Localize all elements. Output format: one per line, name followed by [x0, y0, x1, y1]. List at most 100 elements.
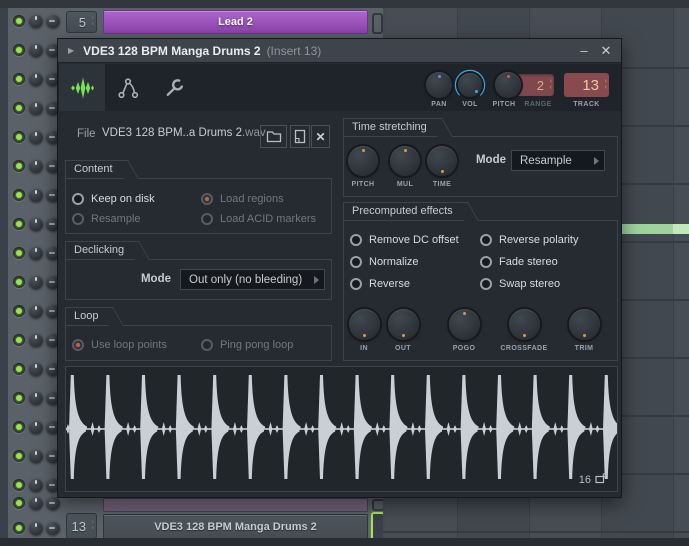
radio-button[interactable]	[72, 213, 84, 225]
radio-button[interactable]	[201, 339, 213, 351]
channel-pan-knob[interactable]	[29, 333, 43, 347]
close-button[interactable]: ✕	[597, 41, 615, 60]
radio-button[interactable]	[480, 234, 492, 246]
channel-enable-led[interactable]	[13, 102, 25, 114]
radio-button[interactable]	[480, 278, 492, 290]
channel-volume-knob[interactable]	[46, 496, 60, 510]
channel-pan-knob[interactable]	[29, 188, 43, 202]
channel-pan-knob[interactable]	[29, 420, 43, 434]
channel-pan-knob[interactable]	[29, 275, 43, 289]
content-option[interactable]: Keep on disk	[72, 193, 201, 205]
crossfade-knob[interactable]	[508, 308, 540, 340]
channel-pan-knob[interactable]	[29, 391, 43, 405]
stretch-mode-dropdown[interactable]: Resample	[511, 150, 605, 171]
channel-enable-led[interactable]	[13, 15, 25, 27]
time-knob[interactable]	[427, 146, 457, 176]
clear-sample-button[interactable]: ✕	[311, 125, 330, 148]
radio-button[interactable]	[201, 213, 213, 225]
precomputed-effect-option[interactable]: Fade stereo	[480, 256, 608, 268]
waveform-display[interactable]: 16	[65, 366, 635, 492]
content-option[interactable]: Load regions	[201, 193, 326, 205]
loop-option[interactable]: Ping pong loop	[201, 339, 326, 351]
out-knob[interactable]	[387, 308, 419, 340]
close-x-icon: ✕	[315, 129, 326, 144]
tab-sample-properties[interactable]	[59, 64, 105, 111]
channel-pan-knob[interactable]	[29, 43, 43, 57]
channel-enable-led[interactable]	[13, 421, 25, 433]
channel-enable-led[interactable]	[13, 305, 25, 317]
track-value-box[interactable]: 13	[564, 73, 609, 97]
channel-pan-knob[interactable]	[29, 159, 43, 173]
precomputed-effect-option[interactable]: Reverse polarity	[480, 234, 608, 246]
radio-button[interactable]	[350, 256, 362, 268]
channel-pan-knob[interactable]	[29, 496, 43, 510]
channel-enable-led[interactable]	[13, 189, 25, 201]
channel-button-partial[interactable]	[103, 498, 368, 512]
radio-button[interactable]	[350, 234, 362, 246]
radio-button[interactable]	[72, 193, 84, 205]
minimize-button[interactable]: –	[575, 41, 593, 60]
channel-enable-led[interactable]	[13, 160, 25, 172]
pitch-label: PITCH	[492, 101, 516, 108]
channel-volume-knob[interactable]	[46, 14, 60, 28]
channel-5-number-box[interactable]: 5	[66, 11, 97, 33]
channel-13-number-box[interactable]: 13	[66, 513, 97, 539]
tab-envelope[interactable]	[105, 64, 151, 111]
channel-volume-knob[interactable]	[46, 521, 60, 535]
channel-enable-led[interactable]	[13, 497, 25, 509]
radio-button[interactable]	[201, 193, 213, 205]
channel-pan-knob[interactable]	[29, 130, 43, 144]
channel-enable-led[interactable]	[13, 479, 25, 491]
content-option[interactable]: Resample	[72, 213, 201, 225]
open-file-button[interactable]	[260, 125, 287, 148]
pan-knob[interactable]	[426, 72, 452, 98]
channel-enable-led[interactable]	[13, 334, 25, 346]
waveform-burst-icon	[71, 77, 94, 98]
precomputed-effect-option[interactable]: Reverse	[350, 278, 480, 290]
radio-button[interactable]	[350, 278, 362, 290]
mul-knob[interactable]	[390, 146, 420, 176]
pitch-knob[interactable]	[495, 72, 521, 98]
declicking-mode-dropdown[interactable]: Out only (no bleeding)	[180, 269, 325, 290]
radio-button[interactable]	[72, 339, 84, 351]
precomputed-effect-option[interactable]: Swap stereo	[480, 278, 608, 290]
channel-button-vde3-drums[interactable]: VDE3 128 BPM Manga Drums 2	[103, 514, 368, 539]
precomputed-effect-option[interactable]: Remove DC offset	[350, 234, 480, 246]
channel-enable-led[interactable]	[13, 44, 25, 56]
channel-pan-knob[interactable]	[29, 449, 43, 463]
channel-pan-knob[interactable]	[29, 521, 43, 535]
channel-enable-led[interactable]	[13, 131, 25, 143]
pogo-knob[interactable]	[448, 308, 480, 340]
channel-button-lead2[interactable]: Lead 2	[103, 10, 368, 34]
channel-pan-knob[interactable]	[29, 304, 43, 318]
playlist-clip-green-light[interactable]	[673, 224, 689, 234]
volume-knob[interactable]	[458, 73, 482, 97]
channel-enable-led[interactable]	[13, 218, 25, 230]
window-menu-arrow-icon[interactable]: ▶	[68, 46, 74, 55]
channel-pan-knob[interactable]	[29, 246, 43, 260]
channel-pan-knob[interactable]	[29, 101, 43, 115]
pitch-knob[interactable]	[348, 146, 378, 176]
channel-pan-knob[interactable]	[29, 362, 43, 376]
edit-in-editor-button[interactable]	[290, 125, 310, 148]
content-option[interactable]: Load ACID markers	[201, 213, 326, 225]
channel-enable-led[interactable]	[13, 392, 25, 404]
trim-knob[interactable]	[568, 308, 600, 340]
channel-enable-led[interactable]	[13, 450, 25, 462]
channel-enable-led[interactable]	[13, 522, 25, 534]
channel-lead2-target-selector[interactable]	[372, 13, 383, 34]
in-knob[interactable]	[348, 308, 380, 340]
tab-miscellaneous[interactable]	[151, 64, 197, 111]
precomputed-effect-option[interactable]: Normalize	[350, 256, 480, 268]
channel-pan-knob[interactable]	[29, 14, 43, 28]
channel-enable-led[interactable]	[13, 363, 25, 375]
channel-enable-led[interactable]	[13, 247, 25, 259]
channel-pan-knob[interactable]	[29, 72, 43, 86]
channel-enable-led[interactable]	[13, 276, 25, 288]
loop-option[interactable]: Use loop points	[72, 339, 201, 351]
radio-button[interactable]	[480, 256, 492, 268]
channel-enable-led[interactable]	[13, 73, 25, 85]
channel-pan-knob[interactable]	[29, 478, 43, 492]
window-titlebar[interactable]: ▶ VDE3 128 BPM Manga Drums 2 (Insert 13)…	[58, 39, 621, 63]
channel-pan-knob[interactable]	[29, 217, 43, 231]
